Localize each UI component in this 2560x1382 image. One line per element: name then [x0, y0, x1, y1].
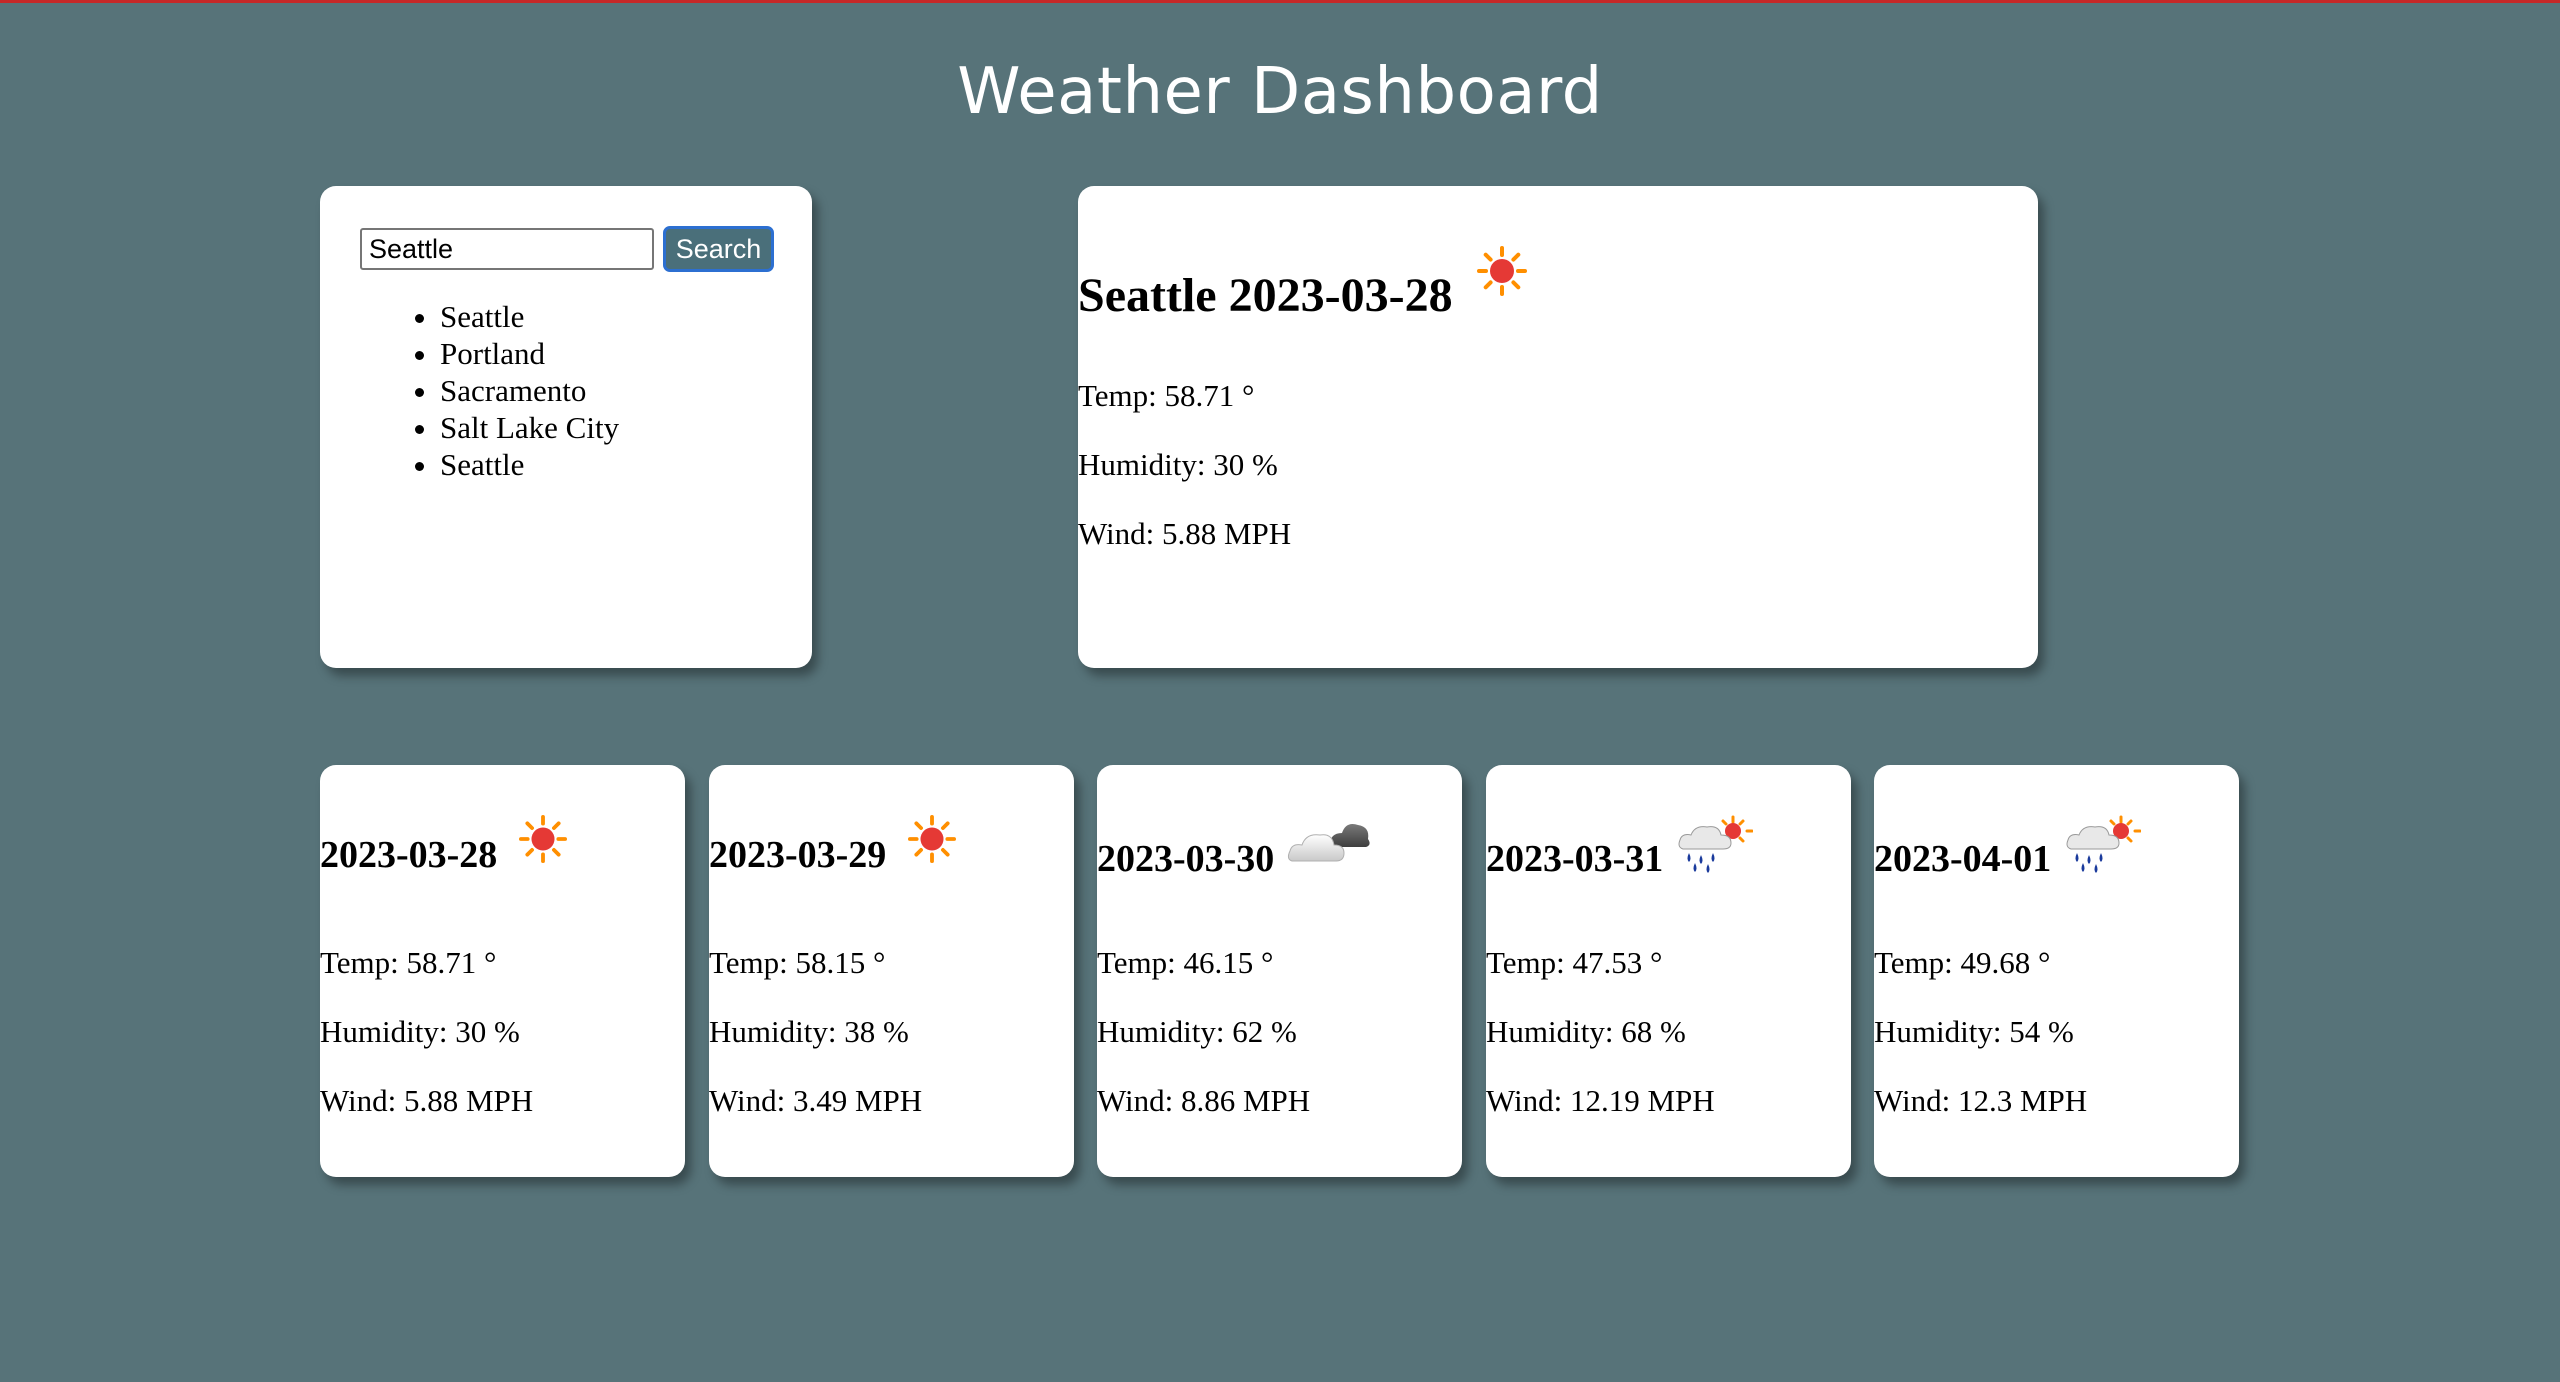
sun-rain-icon: [1677, 815, 1754, 875]
city-search-input[interactable]: [360, 228, 654, 270]
forecast-card: 2023-03-31 Temp: 47.53 ° Humidity: 68 % …: [1486, 765, 1851, 1177]
forecast-temp: Temp: 46.15 °: [1097, 945, 1274, 980]
forecast-card: 2023-04-01 Temp: 49.68 ° Humidity: 54 % …: [1874, 765, 2239, 1177]
forecast-humidity: Humidity: 38 %: [709, 1014, 909, 1049]
cloud-icon: [1286, 815, 1372, 867]
forecast-heading: 2023-03-29: [709, 815, 957, 877]
forecast-wind: Wind: 12.19 MPH: [1486, 1083, 1715, 1118]
forecast-date: 2023-03-30: [1097, 838, 1275, 880]
forecast-date: 2023-03-31: [1486, 838, 1664, 880]
forecast-humidity: Humidity: 30 %: [320, 1014, 520, 1049]
current-temp: Temp: 58.71 °: [1078, 378, 1255, 413]
forecast-wind: Wind: 5.88 MPH: [320, 1083, 534, 1118]
sun-icon: [908, 815, 957, 863]
forecast-heading: 2023-03-31: [1486, 815, 1754, 881]
current-city-date: Seattle 2023-03-28: [1078, 269, 1453, 322]
search-history-list: Seattle Portland Sacramento Salt Lake Ci…: [380, 298, 619, 483]
search-button[interactable]: Search: [663, 226, 774, 272]
history-item-1[interactable]: Portland: [440, 335, 619, 372]
search-panel: Search Seattle Portland Sacramento Salt …: [320, 186, 812, 668]
sun-icon: [1476, 246, 1527, 296]
forecast-temp: Temp: 58.15 °: [709, 945, 886, 980]
forecast-heading: 2023-03-30: [1097, 815, 1372, 881]
forecast-date: 2023-04-01: [1874, 838, 2052, 880]
forecast-wind: Wind: 8.86 MPH: [1097, 1083, 1311, 1118]
history-item-4[interactable]: Seattle: [440, 446, 619, 483]
current-heading: Seattle 2023-03-28: [1078, 246, 1527, 324]
forecast-wind: Wind: 3.49 MPH: [709, 1083, 923, 1118]
forecast-humidity: Humidity: 62 %: [1097, 1014, 1297, 1049]
sun-rain-icon: [2065, 815, 2142, 875]
history-item-0[interactable]: Seattle: [440, 298, 619, 335]
forecast-heading: 2023-03-28: [320, 815, 568, 877]
current-humidity: Humidity: 30 %: [1078, 447, 1278, 482]
forecast-temp: Temp: 49.68 °: [1874, 945, 2051, 980]
forecast-temp: Temp: 58.71 °: [320, 945, 497, 980]
history-item-2[interactable]: Sacramento: [440, 372, 619, 409]
forecast-humidity: Humidity: 54 %: [1874, 1014, 2074, 1049]
forecast-wind: Wind: 12.3 MPH: [1874, 1083, 2088, 1118]
forecast-date: 2023-03-29: [709, 834, 887, 876]
page-title: Weather Dashboard: [957, 55, 1603, 129]
forecast-card: 2023-03-29 Temp: 58.15 ° Humidity: 38 % …: [709, 765, 1074, 1177]
history-item-3[interactable]: Salt Lake City: [440, 409, 619, 446]
forecast-heading: 2023-04-01: [1874, 815, 2142, 881]
forecast-date: 2023-03-28: [320, 834, 498, 876]
forecast-card: 2023-03-28 Temp: 58.71 ° Humidity: 30 % …: [320, 765, 685, 1177]
sun-icon: [519, 815, 568, 863]
search-form: Search: [360, 226, 774, 272]
forecast-humidity: Humidity: 68 %: [1486, 1014, 1686, 1049]
forecast-card: 2023-03-30 Temp: 46.15 ° Humidity: 62 % …: [1097, 765, 1462, 1177]
current-weather-panel: Seattle 2023-03-28 Temp: 58.71 ° Humidit…: [1078, 186, 2038, 668]
forecast-temp: Temp: 47.53 °: [1486, 945, 1663, 980]
current-wind: Wind: 5.88 MPH: [1078, 516, 1292, 551]
